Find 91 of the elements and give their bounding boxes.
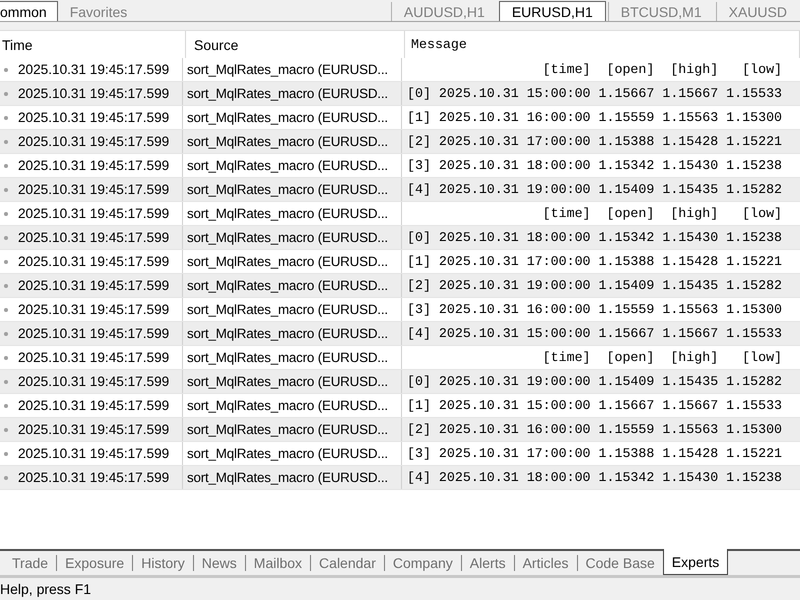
navigator-tab[interactable]: Favorites [60, 2, 138, 21]
time-cell: 2025.10.31 19:45:17.599 [18, 350, 170, 365]
panel-tab[interactable]: Alerts [462, 551, 514, 575]
time-cell: 2025.10.31 19:45:17.599 [18, 182, 170, 197]
source-cell: sort_MqlRates_macro (EURUSD... [187, 230, 388, 245]
bullet-icon [4, 476, 8, 480]
message-cell-text: [time] [open] [high] [low] [542, 206, 782, 221]
time-cell: 2025.10.31 19:45:17.599 [18, 374, 170, 389]
bullet-icon [4, 236, 8, 240]
time-cell: 2025.10.31 19:45:17.599 [18, 62, 170, 77]
message-cell: [3] 2025.10.31 18:00:00 1.15342 1.15430 1.15238 [407, 158, 782, 173]
panel-tab[interactable]: Exposure [57, 551, 132, 575]
bullet-icon [4, 164, 8, 168]
source-cell: sort_MqlRates_macro (EURUSD... [187, 398, 388, 413]
message-cell: [4] 2025.10.31 15:00:00 1.15667 1.15667 1.15533 [407, 326, 782, 341]
bullet-icon [4, 404, 8, 408]
message-cell: [3] 2025.10.31 16:00:00 1.15559 1.15563 1.15300 [407, 302, 782, 317]
message-cell: [0] 2025.10.31 19:00:00 1.15409 1.15435 1.15282 [407, 374, 782, 389]
source-cell: sort_MqlRates_macro (EURUSD... [187, 422, 388, 437]
time-cell: 2025.10.31 19:45:17.599 [18, 326, 170, 341]
source-cell: sort_MqlRates_macro (EURUSD... [187, 182, 388, 197]
time-cell: 2025.10.31 19:45:17.599 [18, 158, 170, 173]
panel-tab[interactable]: Experts [662, 549, 728, 575]
source-cell: sort_MqlRates_macro (EURUSD... [187, 134, 388, 149]
bullet-icon [4, 116, 8, 120]
time-cell: 2025.10.31 19:45:17.599 [18, 86, 170, 101]
bullet-icon [4, 140, 8, 144]
bullet-icon [4, 308, 8, 312]
message-cell: [3] 2025.10.31 17:00:00 1.15388 1.15428 1.15221 [407, 446, 782, 461]
time-cell: 2025.10.31 19:45:17.599 [18, 470, 170, 485]
bullet-icon [4, 92, 8, 96]
chart-tab[interactable]: AUDUSD,H1 [390, 2, 497, 21]
chart-tab[interactable]: BTCUSD,M1 [608, 2, 714, 21]
source-cell: sort_MqlRates_macro (EURUSD... [187, 326, 388, 341]
source-cell: sort_MqlRates_macro (EURUSD... [187, 470, 388, 485]
time-cell: 2025.10.31 19:45:17.599 [18, 302, 170, 317]
message-cell: [1] 2025.10.31 16:00:00 1.15559 1.15563 1.15300 [407, 110, 782, 125]
source-cell: sort_MqlRates_macro (EURUSD... [187, 374, 388, 389]
panel-tab[interactable]: Mailbox [246, 551, 310, 575]
source-cell: sort_MqlRates_macro (EURUSD... [187, 86, 388, 101]
panel-tab[interactable]: Trade [4, 551, 56, 575]
time-cell: 2025.10.31 19:45:17.599 [18, 110, 170, 125]
message-cell: [0] 2025.10.31 15:00:00 1.15667 1.15667 1.15533 [407, 86, 782, 101]
message-cell: [2] 2025.10.31 17:00:00 1.15388 1.15428 1.15221 [407, 134, 782, 149]
source-cell: sort_MqlRates_macro (EURUSD... [187, 254, 388, 269]
message-cell: [1] 2025.10.31 17:00:00 1.15388 1.15428 1.15221 [407, 254, 782, 269]
chart-tab[interactable]: XAUUSD [716, 2, 799, 21]
navigator-tab[interactable]: ommon [0, 1, 58, 21]
source-cell: sort_MqlRates_macro (EURUSD... [187, 446, 388, 461]
time-cell: 2025.10.31 19:45:17.599 [18, 278, 170, 293]
message-cell: [4] 2025.10.31 19:00:00 1.15409 1.15435 1.15282 [407, 182, 782, 197]
time-cell: 2025.10.31 19:45:17.599 [18, 422, 170, 437]
message-cell: [2] 2025.10.31 19:00:00 1.15409 1.15435 1.15282 [407, 278, 782, 293]
message-cell: [4] 2025.10.31 18:00:00 1.15342 1.15430 1.15238 [407, 470, 782, 485]
source-cell: sort_MqlRates_macro (EURUSD... [187, 206, 388, 221]
bullet-icon [4, 356, 8, 360]
bullet-icon [4, 452, 8, 456]
source-cell: sort_MqlRates_macro (EURUSD... [187, 62, 388, 77]
bullet-icon [4, 68, 8, 72]
time-cell: 2025.10.31 19:45:17.599 [18, 206, 170, 221]
bullet-icon [4, 284, 8, 288]
panel-tab[interactable]: Code Base [578, 551, 663, 575]
time-cell: 2025.10.31 19:45:17.599 [18, 134, 170, 149]
bullet-icon [4, 188, 8, 192]
source-cell: sort_MqlRates_macro (EURUSD... [187, 350, 388, 365]
time-cell: 2025.10.31 19:45:17.599 [18, 398, 170, 413]
status-text: Help, press F1 [0, 581, 92, 597]
column-header[interactable]: Time [0, 31, 186, 58]
source-cell: sort_MqlRates_macro (EURUSD... [187, 158, 388, 173]
chart-tab[interactable]: EURUSD,H1 [498, 1, 606, 21]
message-cell-text: [time] [open] [high] [low] [542, 62, 782, 77]
time-cell: 2025.10.31 19:45:17.599 [18, 446, 170, 461]
time-cell: 2025.10.31 19:45:17.599 [18, 230, 170, 245]
panel-tab[interactable]: Company [384, 551, 461, 575]
bullet-icon [4, 332, 8, 336]
bullet-icon [4, 260, 8, 264]
bullet-icon [4, 380, 8, 384]
panel-tab[interactable]: News [194, 551, 245, 575]
panel-tab[interactable]: Calendar [311, 551, 384, 575]
time-cell: 2025.10.31 19:45:17.599 [18, 254, 170, 269]
message-cell-text: [time] [open] [high] [low] [542, 350, 782, 365]
panel-tab[interactable]: Articles [514, 551, 576, 575]
source-cell: sort_MqlRates_macro (EURUSD... [187, 110, 388, 125]
bullet-icon [4, 428, 8, 432]
panel-tab[interactable]: History [133, 551, 193, 575]
bullet-icon [4, 212, 8, 216]
message-cell: [0] 2025.10.31 18:00:00 1.15342 1.15430 1.15238 [407, 230, 782, 245]
message-cell: [1] 2025.10.31 15:00:00 1.15667 1.15667 1.15533 [407, 398, 782, 413]
source-cell: sort_MqlRates_macro (EURUSD... [187, 302, 388, 317]
source-cell: sort_MqlRates_macro (EURUSD... [187, 278, 388, 293]
message-cell: [2] 2025.10.31 16:00:00 1.15559 1.15563 1.15300 [407, 422, 782, 437]
